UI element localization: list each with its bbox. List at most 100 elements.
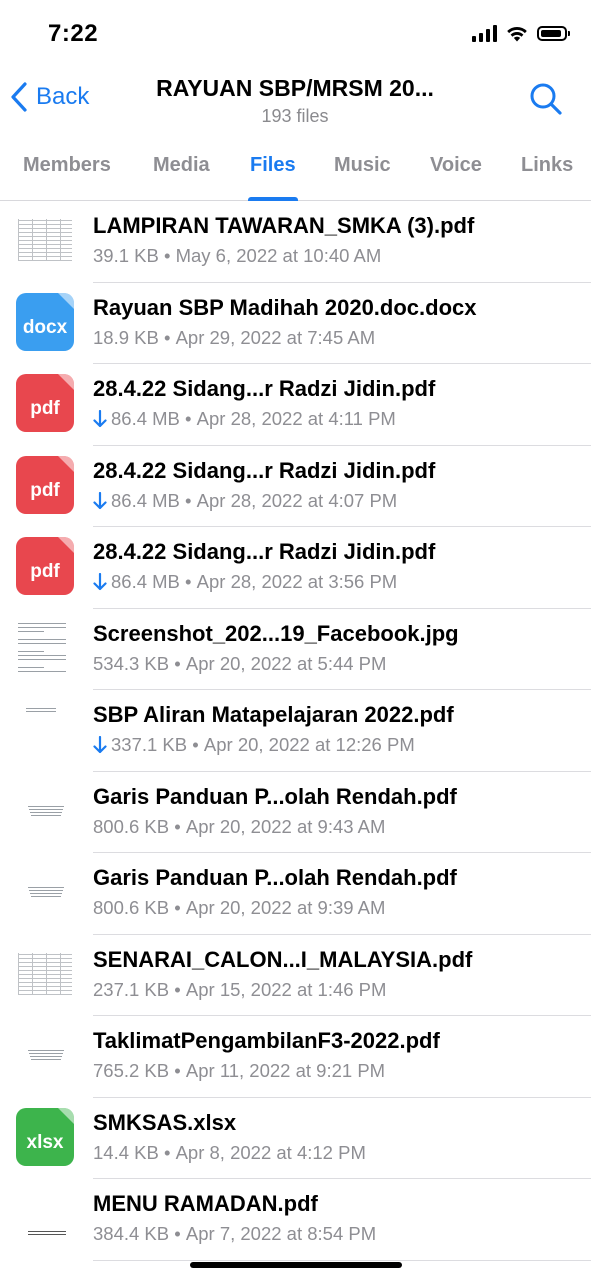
file-name: SBP Aliran Matapelajaran 2022.pdf bbox=[93, 702, 454, 727]
file-type-label: pdf bbox=[30, 479, 60, 501]
file-date: Apr 20, 2022 at 12:26 PM bbox=[203, 734, 415, 755]
file-row[interactable]: Garis Panduan P...olah Rendah.pdf 800.6 K… bbox=[0, 853, 591, 935]
meta-separator: • bbox=[158, 245, 176, 266]
download-arrow-icon bbox=[93, 736, 107, 754]
wifi-icon bbox=[507, 26, 527, 42]
file-date: Apr 15, 2022 at 1:46 PM bbox=[185, 978, 387, 1000]
meta-separator: • bbox=[169, 815, 186, 837]
meta-separator: • bbox=[169, 897, 186, 918]
file-meta: 14.4 KB • Apr 8, 2022 at 4:12 PM bbox=[93, 1142, 366, 1164]
file-type-label: pdf bbox=[30, 561, 60, 582]
file-meta: 86.4 MB • Apr 28, 2022 at 3:56 PM bbox=[93, 571, 397, 593]
search-icon bbox=[530, 83, 562, 115]
file-name: Garis Panduan P...olah Rendah.pdf bbox=[93, 783, 457, 809]
chevron-left-icon bbox=[11, 82, 27, 112]
status-time: 7:22 bbox=[48, 20, 99, 47]
document-thumbnail bbox=[16, 700, 74, 758]
battery-icon bbox=[537, 25, 570, 41]
file-name: 28.4.22 Sidang...r Radzi Jidin.pdf bbox=[93, 539, 436, 564]
file-meta: 337.1 KB • Apr 20, 2022 at 12:26 PM bbox=[93, 734, 415, 756]
file-row[interactable]: Garis Panduan P...olah Rendah.pdf 800.6 K… bbox=[0, 772, 591, 853]
file-meta: 86.4 MB • Apr 28, 2022 at 4:07 PM bbox=[93, 490, 397, 512]
file-thumbnail: pdf bbox=[16, 374, 74, 432]
file-meta: 384.4 KB • Apr 7, 2022 at 8:54 PM bbox=[93, 1223, 376, 1245]
file-size: 534.3 KB bbox=[93, 652, 170, 674]
meta-separator: • bbox=[158, 326, 176, 348]
file-row[interactable]: pdf 28.4.22 Sidang...r Radzi Jidin.pdf 86.… bbox=[0, 364, 591, 446]
file-thumbnail bbox=[16, 781, 74, 840]
file-meta: 800.6 KB • Apr 20, 2022 at 9:39 AM bbox=[93, 897, 385, 919]
tab-media[interactable]: Media bbox=[153, 154, 210, 177]
file-size: 14.4 KB bbox=[93, 1141, 159, 1163]
file-thumbnail bbox=[16, 1026, 74, 1084]
file-row[interactable]: TaklimatPengambilanF3-2022.pdf 765.2 KB •… bbox=[0, 1016, 591, 1098]
file-date: Apr 20, 2022 at 9:43 AM bbox=[185, 815, 386, 837]
file-name: Screenshot_202...19_Facebook.jpg bbox=[93, 620, 459, 646]
tab-files[interactable]: Files bbox=[250, 154, 296, 177]
file-date: Apr 20, 2022 at 9:39 AM bbox=[185, 897, 386, 918]
file-thumbnail bbox=[16, 211, 74, 269]
back-button[interactable]: Back bbox=[10, 82, 89, 112]
file-meta: 86.4 MB • Apr 28, 2022 at 4:11 PM bbox=[93, 408, 396, 430]
tab-music[interactable]: Music bbox=[334, 154, 391, 177]
file-size: 800.6 KB bbox=[93, 897, 170, 918]
file-row[interactable]: pdf 28.4.22 Sidang...r Radzi Jidin.pdf 86.… bbox=[0, 446, 591, 527]
meta-separator: • bbox=[169, 652, 186, 674]
pdf-file-icon: pdf bbox=[16, 455, 74, 514]
meta-separator: • bbox=[169, 1223, 186, 1244]
document-thumbnail bbox=[16, 781, 74, 840]
media-tabs: Members Media Files Music Voice Links bbox=[0, 146, 591, 201]
meta-separator: • bbox=[179, 408, 197, 429]
file-thumbnail bbox=[16, 618, 74, 677]
tab-voice[interactable]: Voice bbox=[430, 154, 482, 177]
download-arrow-icon bbox=[93, 491, 107, 509]
file-list: LAMPIRAN TAWARAN_SMKA (3).pdf 39.1 KB • M… bbox=[0, 201, 591, 1261]
file-date: Apr 28, 2022 at 3:56 PM bbox=[196, 571, 398, 592]
pdf-file-icon: pdf bbox=[16, 537, 74, 595]
file-size: 800.6 KB bbox=[93, 815, 170, 837]
search-button[interactable] bbox=[529, 82, 563, 121]
file-name: Rayuan SBP Madihah 2020.doc.docx bbox=[93, 294, 477, 320]
file-type-label: docx bbox=[22, 316, 68, 338]
file-thumbnail bbox=[16, 700, 74, 758]
file-row[interactable]: LAMPIRAN TAWARAN_SMKA (3).pdf 39.1 KB • M… bbox=[0, 201, 591, 283]
meta-separator: • bbox=[169, 978, 186, 1000]
file-row[interactable]: docx Rayuan SBP Madihah 2020.doc.docx 18.9… bbox=[0, 283, 591, 364]
file-size: 765.2 KB bbox=[93, 1060, 170, 1081]
file-meta: 765.2 KB • Apr 11, 2022 at 9:21 PM bbox=[93, 1060, 385, 1082]
file-thumbnail bbox=[16, 863, 74, 921]
tab-links[interactable]: Links bbox=[521, 154, 573, 177]
meta-separator: • bbox=[179, 489, 197, 511]
file-row[interactable]: Screenshot_202...19_Facebook.jpg 534.3 KB… bbox=[0, 609, 591, 690]
file-thumbnail: pdf bbox=[16, 537, 74, 595]
file-date: Apr 7, 2022 at 8:54 PM bbox=[185, 1223, 377, 1244]
back-label: Back bbox=[36, 83, 90, 110]
file-date: Apr 28, 2022 at 4:07 PM bbox=[196, 489, 398, 511]
file-row[interactable]: MENU RAMADAN.pdf 384.4 KB • Apr 7, 2022 a… bbox=[0, 1179, 591, 1261]
file-thumbnail bbox=[16, 1189, 74, 1247]
file-thumbnail: pdf bbox=[16, 455, 74, 514]
file-size: 237.1 KB bbox=[93, 978, 170, 1000]
file-size: 337.1 KB bbox=[111, 734, 188, 755]
download-arrow-icon bbox=[93, 410, 107, 428]
file-row[interactable]: xlsx SMKSAS.xlsx 14.4 KB • Apr 8, 2022 at … bbox=[0, 1098, 591, 1179]
file-size: 86.4 MB bbox=[111, 571, 180, 592]
status-bar: 7:22 bbox=[0, 0, 591, 70]
file-size: 86.4 MB bbox=[111, 489, 180, 511]
file-row[interactable]: SENARAI_CALON...I_MALAYSIA.pdf 237.1 KB •… bbox=[0, 935, 591, 1016]
tab-members[interactable]: Members bbox=[23, 154, 111, 177]
file-row[interactable]: pdf 28.4.22 Sidang...r Radzi Jidin.pdf 86.… bbox=[0, 527, 591, 609]
home-indicator[interactable] bbox=[190, 1262, 402, 1268]
cellular-signal-icon bbox=[472, 24, 497, 42]
file-name: LAMPIRAN TAWARAN_SMKA (3).pdf bbox=[93, 213, 475, 238]
file-name: TaklimatPengambilanF3-2022.pdf bbox=[93, 1028, 440, 1053]
file-size: 384.4 KB bbox=[93, 1223, 170, 1244]
file-name: SMKSAS.xlsx bbox=[93, 1109, 237, 1135]
page-title: RAYUAN SBP/MRSM 20... bbox=[156, 75, 434, 101]
file-row[interactable]: SBP Aliran Matapelajaran 2022.pdf 337.1 K… bbox=[0, 690, 591, 772]
status-icons bbox=[472, 24, 570, 42]
meta-separator: • bbox=[187, 734, 204, 755]
download-arrow-icon bbox=[93, 573, 107, 591]
file-thumbnail: docx bbox=[16, 292, 74, 351]
document-thumbnail bbox=[16, 618, 74, 677]
